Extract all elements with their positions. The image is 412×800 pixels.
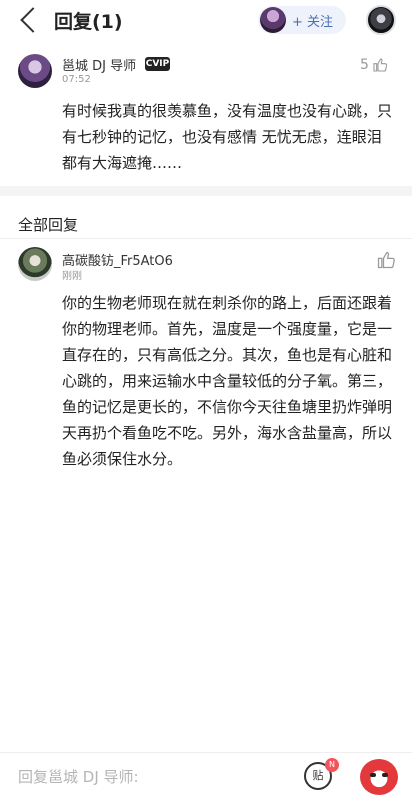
- thumbs-up-icon[interactable]: [372, 57, 388, 73]
- thumbs-up-icon[interactable]: [376, 250, 396, 270]
- reply-bar: 回复邕城 DJ 导师: 贴 N: [0, 752, 412, 800]
- poster-avatar-small: [260, 7, 286, 33]
- follow-label: + 关注: [292, 15, 334, 30]
- reply-input[interactable]: 回复邕城 DJ 导师:: [18, 766, 139, 787]
- new-badge: N: [325, 758, 339, 772]
- page-title: 回复(1): [54, 11, 123, 33]
- reply-body: 你的生物老师现在就在刺杀你的路上，后面还跟着你的物理老师。首先，温度是一个强度量…: [62, 294, 393, 468]
- comment-time: 07:52: [62, 74, 91, 85]
- vip-badge: CVIP: [145, 57, 170, 71]
- follow-button[interactable]: + 关注: [258, 6, 346, 34]
- current-user-avatar[interactable]: [366, 5, 396, 35]
- avatar[interactable]: [18, 247, 52, 281]
- back-arrow-icon[interactable]: [16, 7, 42, 33]
- like-count: 5: [360, 57, 369, 73]
- section-divider: [0, 186, 412, 196]
- all-replies-heading: 全部回复: [18, 216, 79, 234]
- reply-time: 刚刚: [62, 271, 82, 282]
- comment-author[interactable]: 邕城 DJ 导师: [62, 55, 136, 74]
- avatar[interactable]: [18, 54, 52, 88]
- emoji-face-icon[interactable]: [360, 759, 398, 795]
- top-bar: 回复(1) + 关注: [0, 0, 412, 42]
- divider: [0, 238, 412, 239]
- comment-body: 有时候我真的很羡慕鱼，没有温度也没有心跳，只有七秒钟的记忆，也没有感情 无忧无虑…: [62, 102, 393, 172]
